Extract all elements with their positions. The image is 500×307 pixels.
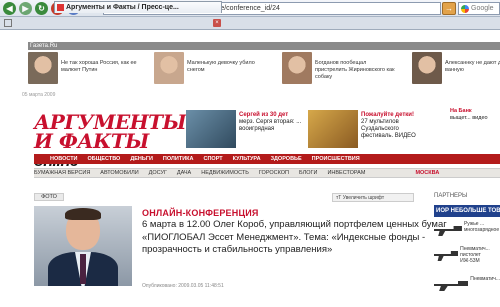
back-icon[interactable]: ◀: [3, 1, 16, 15]
news-text[interactable]: Алексаннку не дают доступ в ванную: [445, 52, 500, 88]
gazeta-news-item[interactable]: Алексаннку не дают доступ в ванную: [412, 52, 500, 88]
product-text[interactable]: Ружье ... многозарядное: [462, 221, 500, 241]
google-icon: [461, 5, 469, 13]
pistol-icon[interactable]: [434, 281, 469, 291]
news-thumbnail[interactable]: [282, 52, 312, 84]
reload-icon[interactable]: ↻: [35, 1, 48, 15]
subnav-realty[interactable]: НЕДВИЖИМОСТЬ: [201, 170, 249, 176]
tab-aif[interactable]: Аргументы и Факты / Пресс-це...: [54, 1, 222, 13]
news-thumbnail[interactable]: [154, 52, 184, 84]
enlarge-font-button[interactable]: тТ Увеличить шрифт: [332, 193, 414, 202]
enlarge-label: Увеличить шрифт: [342, 195, 385, 201]
partners-banner[interactable]: ИОР НЕБОЛЬШЕ ТОВАР: [434, 205, 500, 217]
speaker-photo: [34, 206, 132, 286]
gazeta-news: Не так хороша Россия, как ее малюет Пути…: [28, 52, 500, 90]
subnav-horoscope[interactable]: ГОРОСКОП: [259, 170, 289, 176]
product-text[interactable]: Пневматич...: [468, 276, 500, 296]
gazeta-news-item[interactable]: Не так хороша Россия, как ее малюет Пути…: [28, 52, 141, 88]
product-item[interactable]: Пневматич...: [434, 276, 500, 296]
tab-title: Аргументы и Факты / Пресс-це...: [66, 4, 179, 11]
portrait-hair: [65, 208, 101, 220]
gazeta-date: 05 марта 2009: [22, 92, 56, 98]
region-moscow[interactable]: МОСКВА: [415, 170, 439, 176]
go-button[interactable]: →: [442, 2, 456, 15]
subnav-auto[interactable]: АВТОМОБИЛИ: [100, 170, 138, 176]
nav-culture[interactable]: КУЛЬТУРА: [233, 156, 261, 162]
promo-red[interactable]: Пожалуйте детки!: [361, 112, 414, 118]
promo-text[interactable]: 27 мультилов Суздальского фестиваль. ВИД…: [361, 119, 416, 139]
nav-money[interactable]: ДЕНЬГИ: [130, 156, 153, 162]
product-item[interactable]: Ружье ... многозарядное: [434, 221, 500, 241]
tab-favicon: [57, 4, 64, 11]
gazeta-label[interactable]: Газета.Ru: [28, 42, 500, 50]
search-placeholder: Google: [471, 5, 494, 12]
portrait-tie: [80, 254, 86, 284]
subnav-paper[interactable]: БУМАЖНАЯ ВЕРСИЯ: [34, 170, 90, 176]
close-tab-icon[interactable]: ×: [213, 19, 221, 27]
news-thumbnail[interactable]: [28, 52, 58, 84]
promo-text[interactable]: выщет... видео: [450, 115, 488, 121]
news-text[interactable]: Маленькую девочку убило снегом: [187, 52, 267, 88]
tab-list-icon[interactable]: [4, 19, 12, 27]
partners-label: ПАРТНЕРЫ: [434, 193, 468, 199]
subnav-blogs[interactable]: БЛОГИ: [299, 170, 317, 176]
promo-text[interactable]: мерз. Сергя вторая: ... вооигрядная: [239, 119, 301, 132]
promo-red[interactable]: Сергей из 30 дет: [239, 112, 288, 118]
product-item[interactable]: Пневматич... пистолет ИЖ-53М: [434, 246, 500, 266]
article-headline: 6 марта в 12.00 Олег Короб, управляющий …: [142, 219, 447, 255]
news-thumbnail[interactable]: [412, 52, 442, 84]
gazeta-news-item[interactable]: Маленькую девочку убило снегом: [154, 52, 267, 88]
subnav-investors[interactable]: ИНВЕСТОРАМ: [327, 170, 365, 176]
nav-society[interactable]: ОБЩЕСТВО: [88, 156, 121, 162]
product-text[interactable]: Пневматич... пистолет ИЖ-53М: [458, 246, 500, 266]
promo-item[interactable]: Сергей из 30 дет мерз. Сергя вторая: ... …: [186, 110, 309, 150]
main-nav: НОВОСТИ ОБЩЕСТВО ДЕНЬГИ ПОЛИТИКА СПОРТ К…: [34, 154, 500, 164]
rifle-icon[interactable]: [434, 226, 462, 236]
search-input[interactable]: Google: [458, 2, 500, 15]
promo-image[interactable]: [308, 110, 358, 148]
foto-tab[interactable]: ФОТО: [34, 193, 64, 201]
gazeta-news-item[interactable]: Богданов пообещал пристрелить Жириновско…: [282, 52, 395, 88]
nav-health[interactable]: ЗДОРОВЬЕ: [271, 156, 302, 162]
forward-icon[interactable]: ▶: [19, 1, 32, 15]
font-size-icon: тТ: [336, 195, 343, 201]
news-text[interactable]: Не так хороша Россия, как ее малюет Пути…: [61, 52, 141, 88]
tab-bar: [0, 17, 500, 30]
published-date: Опубликовано: 2009.03.05 11:48:51: [142, 283, 224, 289]
nav-sport[interactable]: СПОРТ: [203, 156, 222, 162]
pistol-icon[interactable]: [434, 251, 459, 261]
nav-politics[interactable]: ПОЛИТИКА: [163, 156, 194, 162]
promo-red[interactable]: На Банк: [450, 108, 472, 114]
promo-image[interactable]: [186, 110, 236, 148]
nav-news[interactable]: НОВОСТИ: [50, 156, 78, 162]
subnav-leisure[interactable]: ДОСУГ: [149, 170, 167, 176]
aif-logo[interactable]: АРГУМЕНТЫ И ФАКТЫ online: [34, 112, 187, 170]
article-kicker: ОНЛАЙН-КОНФЕРЕНЦИЯ: [142, 208, 259, 218]
logo-line2: И ФАКТЫ: [34, 129, 149, 153]
sub-nav: БУМАЖНАЯ ВЕРСИЯ АВТОМОБИЛИ ДОСУГ ДАЧА НЕ…: [34, 168, 500, 178]
news-text[interactable]: Богданов пообещал пристрелить Жириновско…: [315, 52, 395, 88]
promo-item[interactable]: На Банк выщет... видео: [450, 108, 500, 150]
nav-incidents[interactable]: ПРОИСШЕСТВИЯ: [312, 156, 360, 162]
promo-item[interactable]: Пожалуйте детки! 27 мультилов Суздальског…: [308, 110, 431, 150]
subnav-dacha[interactable]: ДАЧА: [177, 170, 191, 176]
